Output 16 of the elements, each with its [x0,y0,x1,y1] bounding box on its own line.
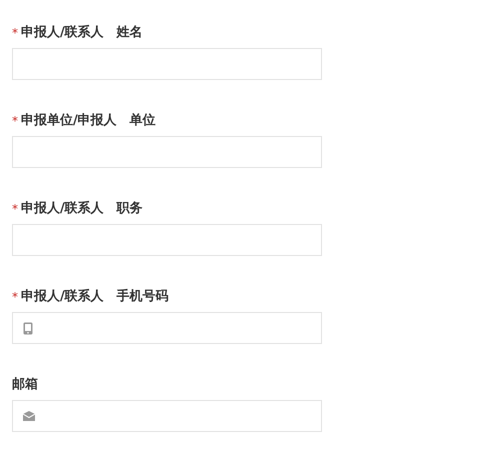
field-label: 邮箱 [12,376,38,394]
input-field[interactable] [12,400,322,432]
required-asterisk: * [12,289,18,306]
required-asterisk: * [12,113,18,130]
required-asterisk: * [12,201,18,218]
field-label: 申报单位/申报人 单位 [21,112,156,130]
field-label: 申报人/联系人 手机号码 [21,288,169,306]
mobile-phone-icon [23,322,33,334]
input-field[interactable] [12,48,322,80]
input-field[interactable] [12,312,322,344]
envelope-icon [23,411,35,421]
field-label: 申报人/联系人 姓名 [21,24,143,42]
input-field[interactable] [12,136,322,168]
field-label: 申报人/联系人 职务 [21,200,143,218]
required-asterisk: * [12,25,18,42]
input-field[interactable] [12,224,322,256]
